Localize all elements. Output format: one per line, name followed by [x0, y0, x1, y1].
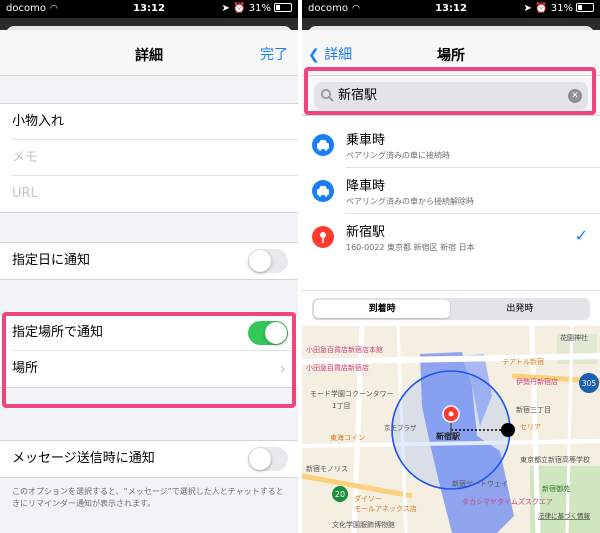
segmented-control: 到着時 出発時: [312, 298, 590, 320]
url-field[interactable]: URL: [12, 176, 298, 212]
map-label: 新宿ゲートウェイ: [452, 479, 508, 488]
map-label: 東京都立新宿高等学校: [520, 455, 590, 464]
location-screen: docomo◠ 13:12 ➤ ⏰ 31% ❮ 詳細 場所 ✕ 乗車時 ペアリン…: [302, 0, 600, 533]
map-label: 文化学園服飾博物館: [332, 520, 395, 529]
result-subtitle: ペアリング済みの車から接続解除時: [346, 197, 474, 206]
map-label: タカシマヤタイムズスクエア: [462, 497, 553, 506]
radius-handle[interactable]: [501, 423, 515, 437]
result-subtitle: 160-0022 東京都 新宿区 新宿 日本: [346, 243, 475, 252]
map-label: 伊勢丹新宿店: [516, 377, 558, 386]
map-label: 花園神社: [560, 333, 588, 342]
battery-icon: [576, 3, 594, 12]
result-title: 新宿駅: [346, 225, 386, 240]
list-item[interactable]: 乗車時 ペアリング済みの車に接続時: [302, 122, 600, 168]
page-title: 場所: [437, 48, 465, 64]
clear-search-icon[interactable]: ✕: [568, 89, 582, 103]
notify-on-day-toggle[interactable]: [248, 249, 288, 273]
map-label: 1丁目: [332, 402, 350, 410]
map-label: 新宿三丁目: [516, 405, 551, 414]
date-group: 指定日に通知: [0, 242, 298, 280]
battery-percent: 31%: [550, 3, 573, 14]
svg-text:305: 305: [582, 379, 597, 388]
location-label: 場所: [12, 361, 39, 376]
notify-when-messaging-row: メッセージ送信時に通知: [12, 441, 298, 477]
notify-at-location-label: 指定場所で通知: [12, 325, 104, 340]
location-arrow-icon: ➤: [221, 3, 230, 14]
arrive-depart-control: 到着時 出発時: [302, 290, 600, 326]
route-shield-305: 305: [579, 373, 599, 393]
map-label: 新宿駅: [436, 431, 461, 441]
chevron-right-icon: ›: [279, 359, 286, 378]
title-field[interactable]: 小物入れ: [12, 104, 298, 140]
battery-icon: [274, 3, 292, 12]
map-label: 新宿モノリス: [306, 464, 348, 473]
fields-group: 小物入れ メモ URL: [0, 103, 298, 213]
segment-arriving[interactable]: 到着時: [314, 300, 451, 318]
location-group: 指定場所で通知 場所 ›: [0, 314, 298, 388]
search-bar: ✕: [302, 76, 600, 116]
map-view[interactable]: 20 305 小田急百貨店新宿店本館 小田急百貨店新宿店 モード学園コクーンタワ…: [302, 326, 600, 533]
status-bar: docomo ◠ 13:12 ➤ ⏰ 31%: [0, 0, 298, 18]
list-item[interactable]: 新宿駅 160-0022 東京都 新宿区 新宿 日本 ✓: [302, 214, 600, 260]
map-label: 京王プラザ: [384, 423, 417, 432]
notify-when-messaging-toggle[interactable]: [248, 447, 288, 471]
messaging-group: メッセージ送信時に通知: [0, 440, 298, 478]
status-bar: docomo ◠ 13:12 ➤ ⏰ 31%: [302, 0, 600, 18]
navigation-bar: 詳細 完了: [0, 30, 298, 76]
navigation-bar: ❮ 詳細 場所: [302, 30, 600, 76]
location-row[interactable]: 場所 ›: [12, 351, 298, 387]
details-screen: docomo ◠ 13:12 ➤ ⏰ 31% 詳細 完了 小物入れ メモ URL …: [0, 0, 298, 533]
map-label: 小田急百貨店新宿店: [306, 363, 369, 372]
result-title: 降車時: [346, 179, 386, 194]
svg-text:20: 20: [335, 490, 345, 499]
result-subtitle: ペアリング済みの車に接続時: [346, 151, 450, 160]
map-canvas: 20 305 小田急百貨店新宿店本館 小田急百貨店新宿店 モード学園コクーンタワ…: [302, 326, 600, 533]
map-label: テアトル新宿: [502, 357, 544, 366]
route-shield-20: 20: [332, 486, 348, 502]
notify-on-day-row: 指定日に通知: [12, 243, 298, 279]
battery-indicator: ➤ ⏰ 31%: [222, 3, 292, 14]
checkmark-icon: ✓: [574, 226, 588, 245]
pin-icon: [312, 226, 334, 248]
location-arrow-icon: ➤: [523, 3, 532, 14]
map-label: モード学園コクーンタワー: [310, 389, 394, 398]
alarm-icon: ⏰: [535, 3, 548, 14]
battery-indicator: ➤ ⏰ 31%: [524, 3, 594, 14]
car-icon: [312, 134, 334, 156]
notify-at-location-toggle[interactable]: [248, 321, 288, 345]
done-button[interactable]: 完了: [260, 44, 288, 64]
car-icon: [312, 180, 334, 202]
notify-when-messaging-label: メッセージ送信時に通知: [12, 451, 155, 466]
map-label: 新宿御苑: [542, 484, 570, 493]
notify-on-day-label: 指定日に通知: [12, 253, 91, 268]
messaging-footnote: このオプションを選択すると、“メッセージ”で選択した人とチャットするときにリマイ…: [12, 487, 284, 508]
battery-percent: 31%: [248, 3, 271, 14]
map-label: ダイソー: [354, 494, 382, 503]
search-icon: [321, 89, 334, 102]
notify-at-location-row: 指定場所で通知: [12, 315, 298, 351]
search-input[interactable]: [338, 86, 538, 101]
list-item[interactable]: 降車時 ペアリング済みの車から接続解除時: [302, 168, 600, 214]
segment-leaving[interactable]: 出発時: [452, 300, 588, 318]
map-label: 東海コイン: [330, 433, 365, 442]
alarm-icon: ⏰: [233, 3, 246, 14]
map-label: 小田急百貨店新宿店本館: [306, 345, 383, 354]
map-label: セリア: [520, 423, 541, 431]
legal-link[interactable]: 法律に基づく情報: [538, 511, 591, 520]
page-title: 詳細: [135, 48, 163, 64]
search-box[interactable]: ✕: [314, 82, 588, 110]
result-title: 乗車時: [346, 133, 386, 148]
map-label: モールアネックス店: [354, 504, 417, 513]
notes-field[interactable]: メモ: [12, 140, 298, 176]
